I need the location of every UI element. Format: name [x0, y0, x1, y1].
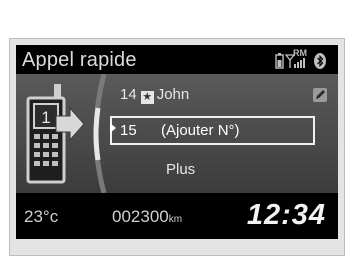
signal-icon — [284, 54, 305, 68]
info-bar: 23°c 002300km 12:34 — [16, 197, 338, 239]
bluetooth-icon — [314, 53, 326, 69]
phone-dial-graphic-icon: 1 — [26, 84, 85, 184]
odometer-unit: km — [168, 214, 183, 225]
status-icons — [274, 51, 334, 71]
odometer: 002300km — [112, 207, 182, 227]
list-item-more[interactable]: Plus — [166, 161, 195, 178]
list-item-number: 14 — [120, 86, 137, 103]
list-item-john[interactable]: 14 ★ John — [120, 86, 189, 104]
list-item-add-number[interactable]: (Ajouter N°) — [161, 122, 240, 139]
clock: 12:34 — [246, 199, 326, 231]
scroll-arc-indicator — [93, 74, 107, 193]
odometer-value: 002300 — [112, 207, 169, 226]
phone-battery-icon — [275, 53, 284, 69]
outside-temperature: 23°c — [24, 207, 59, 226]
selection-pointer-icon — [110, 123, 116, 133]
svg-text:1: 1 — [41, 108, 50, 127]
audio-display-screen: Appel rapide RM 1 14 ★ John 15 (Ajouter … — [16, 45, 338, 239]
edit-phonebook-icon — [313, 88, 327, 102]
screen-title: Appel rapide — [22, 49, 137, 71]
list-item-name: John — [156, 86, 190, 103]
star-icon: ★ — [140, 91, 154, 104]
list-item-number: 15 — [120, 122, 137, 139]
speed-dial-panel: 1 14 ★ John 15 (Ajouter N°) Plus — [16, 74, 338, 193]
